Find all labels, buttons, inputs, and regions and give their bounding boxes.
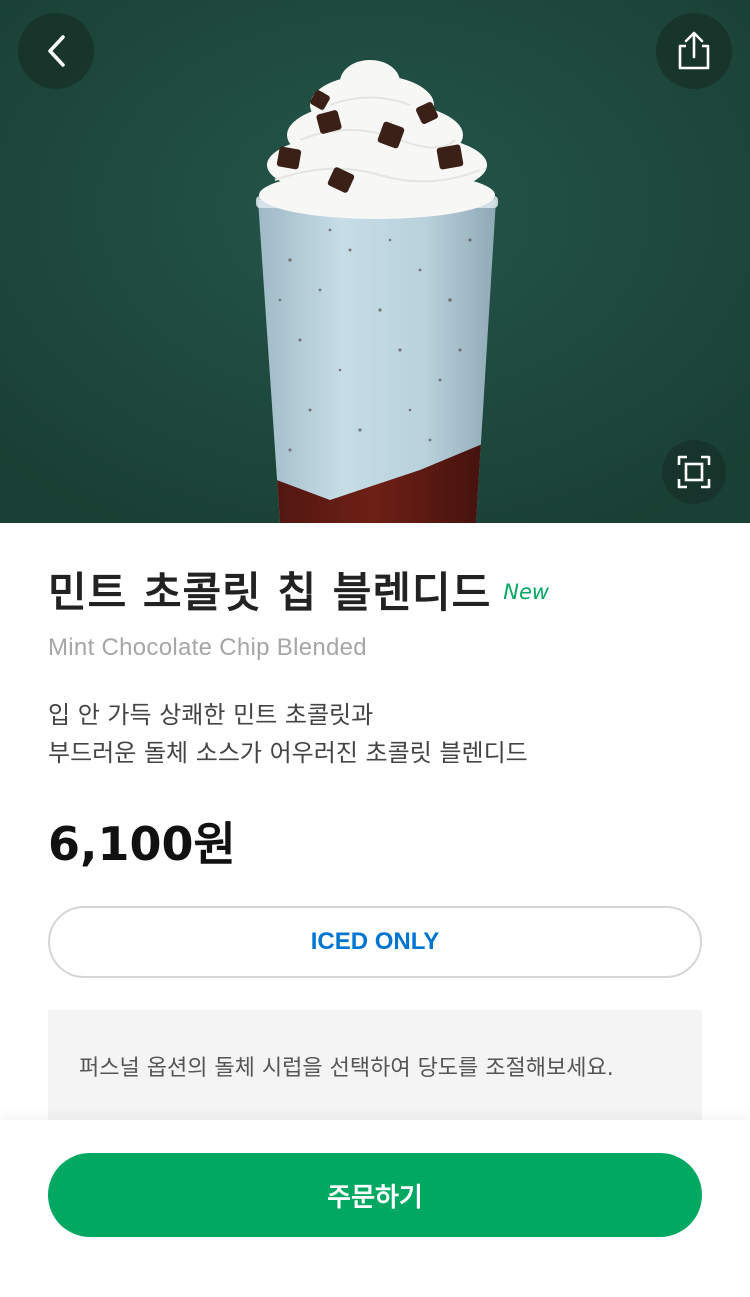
bottom-action-bar: 주문하기 <box>0 1120 750 1297</box>
personal-option-notice: 퍼스널 옵션의 돌체 시럽을 선택하여 당도를 조절해보세요. <box>48 1010 702 1122</box>
product-description: 입 안 가득 상쾌한 민트 초콜릿과 부드러운 돌체 소스가 어우러진 초콜릿 … <box>48 696 528 772</box>
description-line: 부드러운 돌체 소스가 어우러진 초콜릿 블렌디드 <box>48 739 528 767</box>
notice-text: 퍼스널 옵션의 돌체 시럽을 선택하여 당도를 조절해보세요. <box>79 1056 614 1081</box>
chevron-left-icon <box>48 35 65 67</box>
order-button[interactable]: 주문하기 <box>48 1153 702 1237</box>
back-button[interactable] <box>18 13 94 89</box>
image-zoom-button[interactable] <box>662 440 726 504</box>
new-badge: New <box>503 580 550 604</box>
product-image <box>0 0 750 523</box>
share-button[interactable] <box>656 13 732 89</box>
product-image-area <box>0 0 750 523</box>
product-title-row: 민트 초콜릿 칩 블렌디드 New <box>48 563 549 623</box>
product-english-name: Mint Chocolate Chip Blended <box>48 634 367 661</box>
product-price: 6,100원 <box>48 817 236 871</box>
expand-image-icon <box>677 455 711 489</box>
share-icon <box>678 31 710 70</box>
product-name: 민트 초콜릿 칩 블렌디드 <box>48 568 492 617</box>
description-line: 입 안 가득 상쾌한 민트 초콜릿과 <box>48 701 374 729</box>
temperature-option: ICED ONLY <box>48 906 702 978</box>
